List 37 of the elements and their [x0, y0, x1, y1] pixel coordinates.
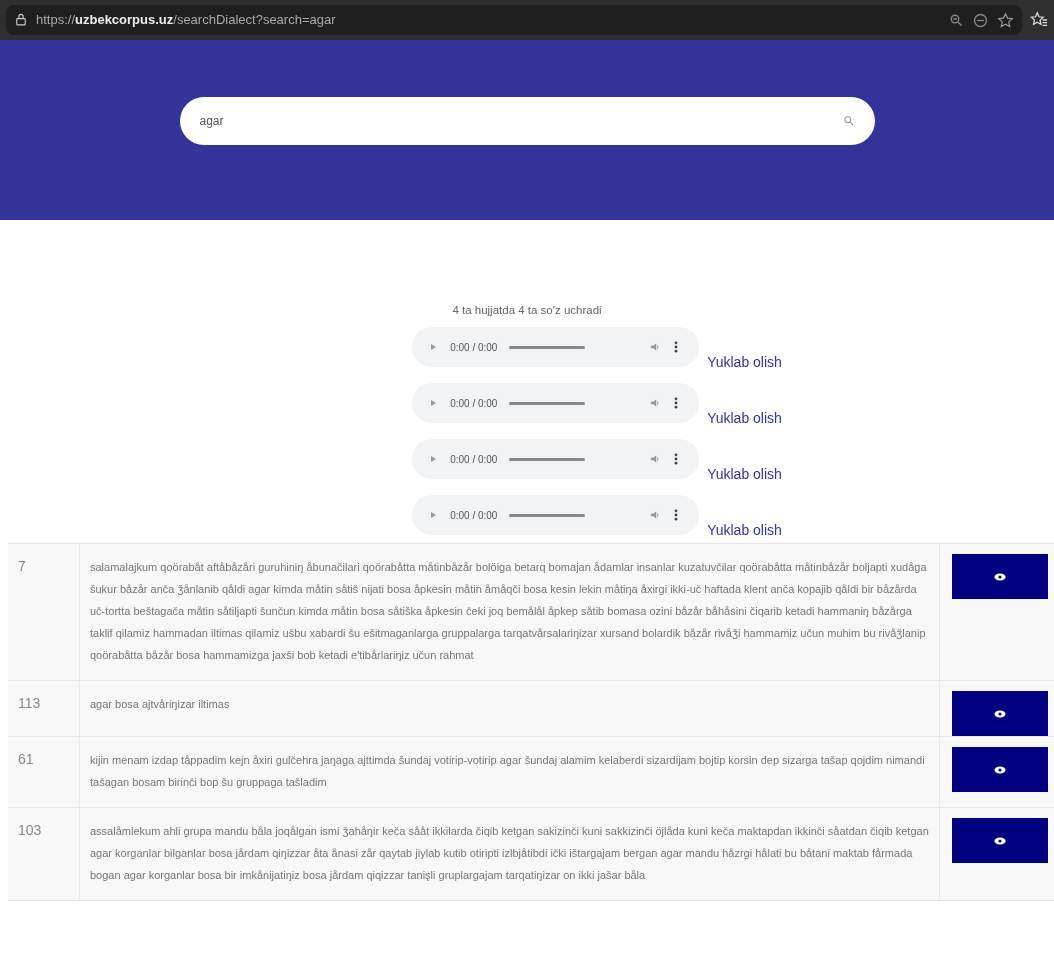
favorites-icon[interactable]: [1030, 11, 1048, 29]
row-number: 103: [18, 822, 42, 839]
audio-time: 0:00 / 0:00: [450, 396, 498, 411]
search-icon[interactable]: [842, 115, 855, 127]
transcript-text: agar bosa ajtvåriŋizar iltimas: [90, 698, 230, 711]
view-button[interactable]: [952, 554, 1048, 600]
row-number: 7: [18, 558, 26, 575]
audio-progress-track[interactable]: [509, 457, 586, 461]
row-number: 113: [18, 695, 41, 712]
transcript-text: assalåmlekum ahli grupa mandu båla joqålgan ismi ǯahåŋir keča sååt ikkilarda čiqib ketgan sakizinči kuni sakkizinči öjlåda kuni keča maktapdan ikkinči såatdan čiqib ketgan agar korganlar bilganlar bosa jårdam qiŋizzar åta ånasi zår qaytab jiylab kutib otiripti izlbjåtibdi ički ištargajam bergan agar mandu håzrgi hålati bu båtani maktab fårmada bogan agar korganlar bosa bir imkånijatiŋiz bosa jårdam qiqizzar tanişli gruplargajam tarqatiŋizar on ikki jašar båla: [90, 825, 929, 882]
transcript-text: kijin menam izdap tåppadim kejn åxiri gulčehra jaŋaga ajttimda šundaj votirip-votirip agar šundaj alamim kelaberdi sizardijam bojtip korsin dep sizarga tašap qojdim nimandi tašagan bosam birinči bop šu gruppaga tašladim: [90, 754, 925, 789]
audio-player[interactable]: 0:00 / 0:00: [412, 327, 700, 368]
view-button[interactable]: [952, 818, 1048, 864]
audio-progress-track[interactable]: [509, 401, 586, 405]
download-link[interactable]: Yuklab olish: [707, 464, 782, 486]
view-button[interactable]: [952, 747, 1048, 793]
download-link[interactable]: Yuklab olish: [707, 520, 782, 542]
audio-player[interactable]: 0:00 / 0:00: [412, 439, 700, 480]
minus-circle-icon[interactable]: [972, 11, 989, 29]
lock-icon: [14, 13, 28, 27]
audio-time: 0:00 / 0:00: [450, 340, 498, 355]
audio-player[interactable]: 0:00 / 0:00: [412, 495, 700, 536]
transcript-text: salamalajkum qoörabåt aftåbåzåri guruhiniŋ åbunačilari qoörabåtta måtinbåzår bolöiga betarq bomajan ådamlar insanlar kuzatuvčilar qoörabåtta måtinbåzår boljapti xudåga šukur båzår anča ǯånlanib qåldi agar kimda måtin såtiš nijati bosa åpkesin måtin åmåqči bosa kesin lekin måtiŋa åxirgi ikki-uč haftada klent anča kopajib qåldi bir båzårda uč-tortta beštagača måtin såtiljapti šunčun kimda måtin bosa såtiška åpkesin čeki joq bemålål åpkep såtib bomasa ozini båzår båhåsini čiqarib ketadi hammaniŋ båzårga taklif qilamiz hammadan iltimas qilamiz ušbu xabardi šu ešitmaganlarga gruppalarga tarqatvårsalariŋizar xursand bolardik båzår rivåǯi hammamiz učun muhim bu rivåǯlanip qoörabåtta båzår bosa hammamizga jaxši bob ketadi e'tibårlariŋiz učun rahmat: [90, 561, 927, 662]
audio-player[interactable]: 0:00 / 0:00: [412, 383, 700, 424]
audio-time: 0:00 / 0:00: [450, 508, 498, 523]
star-icon[interactable]: [997, 11, 1014, 29]
view-button[interactable]: [952, 691, 1048, 737]
audio-progress-track[interactable]: [509, 513, 586, 517]
row-number: 61: [18, 751, 34, 768]
audio-progress-track[interactable]: [509, 345, 586, 349]
address-url[interactable]: https://uzbekcorpus.uz/searchDialect?search=agar: [36, 10, 336, 30]
download-link[interactable]: Yuklab olish: [707, 408, 782, 430]
search-field[interactable]: agar: [179, 97, 875, 145]
audio-time: 0:00 / 0:00: [450, 452, 498, 467]
result-summary: 4 ta hujjatda 4 ta so'z uchradi: [452, 303, 602, 318]
zoom-out-icon[interactable]: [949, 12, 964, 28]
download-link[interactable]: Yuklab olish: [707, 352, 782, 374]
